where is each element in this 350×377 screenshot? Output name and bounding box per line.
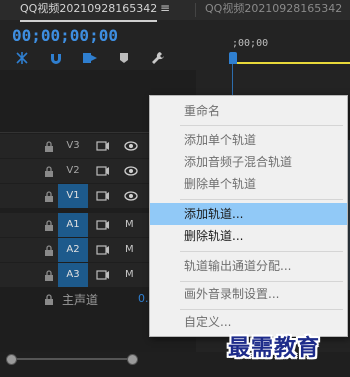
track-row-v2[interactable]: V2 bbox=[0, 159, 150, 183]
track-label[interactable]: V3 bbox=[58, 134, 88, 158]
menu-item-add-tracks[interactable]: 添加轨道... bbox=[150, 203, 347, 225]
eye-icon[interactable] bbox=[124, 166, 138, 176]
eye-icon[interactable] bbox=[124, 191, 138, 201]
menu-item-rename[interactable]: 重命名 bbox=[150, 100, 347, 122]
track-label-selected[interactable]: V1 bbox=[58, 184, 88, 208]
track-label[interactable]: V2 bbox=[58, 159, 88, 183]
menu-item-delete-tracks[interactable]: 删除轨道... bbox=[150, 225, 347, 247]
film-icon[interactable] bbox=[96, 191, 110, 201]
track-label-selected[interactable]: A2 bbox=[58, 238, 88, 262]
scroll-handle-left[interactable] bbox=[6, 354, 17, 365]
lock-icon[interactable] bbox=[44, 141, 54, 152]
track-row-a2[interactable]: A2 M bbox=[0, 238, 150, 262]
context-menu: 重命名 添加单个轨道 添加音频子混合轨道 删除单个轨道 添加轨道... 删除轨道… bbox=[149, 95, 348, 337]
menu-separator bbox=[180, 281, 343, 282]
mute-button[interactable]: M bbox=[125, 269, 134, 280]
track-row-v3[interactable]: V3 bbox=[0, 134, 150, 158]
playhead-handle[interactable] bbox=[229, 52, 237, 64]
menu-separator bbox=[180, 199, 343, 200]
track-row-a1[interactable]: A1 M bbox=[0, 213, 150, 237]
magnet-icon[interactable] bbox=[48, 50, 64, 66]
menu-item-voiceover-settings[interactable]: 画外音录制设置... bbox=[150, 283, 347, 305]
linked-selection-icon[interactable] bbox=[82, 50, 98, 66]
lock-icon[interactable] bbox=[44, 166, 54, 177]
scrollbar-track[interactable] bbox=[10, 358, 136, 360]
lock-icon[interactable] bbox=[44, 294, 54, 305]
track-label-selected[interactable]: A1 bbox=[58, 213, 88, 237]
film-icon[interactable] bbox=[96, 141, 110, 151]
tab-divider bbox=[195, 3, 196, 17]
menu-item-track-output-assignment[interactable]: 轨道输出通道分配... bbox=[150, 255, 347, 277]
wrench-icon[interactable] bbox=[150, 50, 166, 66]
watermark-logo: 最需教育 bbox=[228, 335, 321, 361]
menu-item-delete-single-track[interactable]: 删除单个轨道 bbox=[150, 173, 347, 195]
track-label-selected[interactable]: A3 bbox=[58, 263, 88, 287]
mute-button[interactable]: M bbox=[125, 244, 134, 255]
track-row-a3[interactable]: A3 M bbox=[0, 263, 150, 287]
track-row-v1[interactable]: V1 bbox=[0, 184, 150, 208]
snap-icon[interactable] bbox=[14, 50, 30, 66]
lock-icon[interactable] bbox=[44, 245, 54, 256]
menu-item-add-single-track[interactable]: 添加单个轨道 bbox=[150, 129, 347, 151]
lock-icon[interactable] bbox=[44, 270, 54, 281]
mute-button[interactable]: M bbox=[125, 219, 134, 230]
playhead-timecode[interactable]: 00;00;00;00 bbox=[12, 26, 118, 45]
track-separator bbox=[0, 132, 150, 133]
ruler-time-label: ;00;00 bbox=[232, 38, 269, 49]
scroll-handle-right[interactable] bbox=[127, 354, 138, 365]
menu-item-add-audio-submix-track[interactable]: 添加音频子混合轨道 bbox=[150, 151, 347, 173]
marker-icon[interactable] bbox=[116, 50, 132, 66]
film-icon[interactable] bbox=[96, 220, 110, 230]
film-icon[interactable] bbox=[96, 270, 110, 280]
lock-icon[interactable] bbox=[44, 220, 54, 231]
tab-sequence-inactive[interactable]: QQ视频20210928165342 bbox=[205, 0, 342, 20]
eye-icon[interactable] bbox=[124, 141, 138, 151]
tab-sequence-active[interactable]: QQ视频20210928165342 bbox=[20, 0, 158, 22]
master-track-label: 主声道 bbox=[62, 293, 99, 307]
menu-separator bbox=[180, 309, 343, 310]
tab-menu-icon[interactable]: ≡ bbox=[160, 1, 170, 15]
film-icon[interactable] bbox=[96, 245, 110, 255]
film-icon[interactable] bbox=[96, 166, 110, 176]
lock-icon[interactable] bbox=[44, 191, 54, 202]
work-area-bar[interactable] bbox=[229, 62, 350, 64]
menu-separator bbox=[180, 251, 343, 252]
menu-separator bbox=[180, 125, 343, 126]
